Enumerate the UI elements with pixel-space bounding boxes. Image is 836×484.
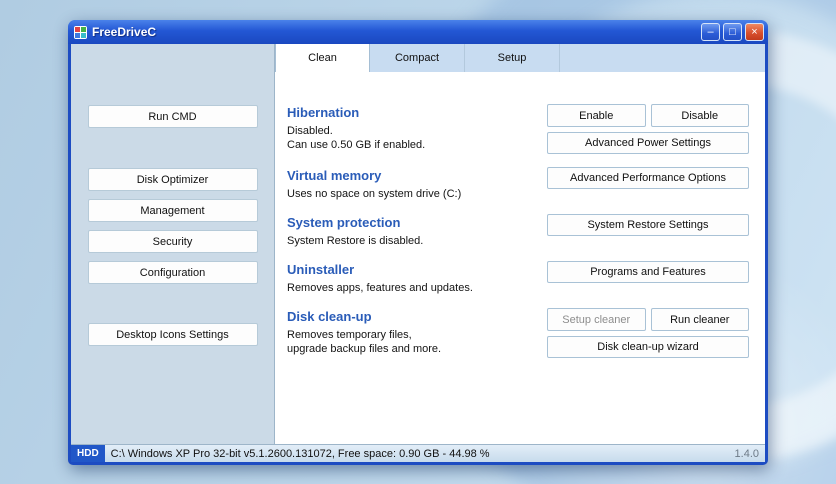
- uninstaller-title: Uninstaller: [287, 262, 355, 277]
- hibernation-title: Hibernation: [287, 105, 360, 120]
- virtual-memory-section: Virtual memory Uses no space on system d…: [287, 167, 749, 201]
- system-protection-status-text: System Restore is disabled.: [287, 235, 424, 247]
- sidebar-disk-optimizer-button[interactable]: Disk Optimizer: [87, 168, 258, 191]
- system-protection-section: System protection System Restore is disa…: [287, 214, 749, 248]
- disk-cleanup-section: Disk clean-up Removes temporary files, u…: [287, 308, 749, 358]
- programs-and-features-button[interactable]: Programs and Features: [547, 261, 749, 283]
- desktop-background: FreeDriveC – □ × Run CMD Disk Optimizer …: [0, 0, 836, 484]
- tab-setup[interactable]: Setup: [465, 44, 560, 72]
- system-protection-title: System protection: [287, 215, 401, 230]
- sidebar-management-button[interactable]: Management: [87, 199, 258, 222]
- minimize-button[interactable]: –: [701, 23, 720, 41]
- run-cleaner-button[interactable]: Run cleaner: [650, 308, 749, 331]
- hdd-status-badge: HDD: [71, 445, 105, 462]
- hibernation-disable-button[interactable]: Disable: [650, 104, 749, 127]
- sidebar-configuration-button[interactable]: Configuration: [87, 261, 258, 284]
- disk-cleanup-title: Disk clean-up: [287, 309, 372, 324]
- drive-info-text: C:\ Windows XP Pro 32-bit v5.1.2600.1310…: [110, 447, 490, 460]
- uninstaller-detail-text: Removes apps, features and updates.: [287, 282, 473, 294]
- app-version-text: 1.4.0: [734, 447, 759, 460]
- main-panel: Clean Compact Setup Hibernation Disabled…: [275, 44, 765, 444]
- tab-compact[interactable]: Compact: [370, 44, 465, 72]
- advanced-power-settings-button[interactable]: Advanced Power Settings: [547, 132, 749, 154]
- maximize-button[interactable]: □: [723, 23, 742, 41]
- disk-cleanup-detail-text-2: upgrade backup files and more.: [287, 343, 442, 355]
- app-window: FreeDriveC – □ × Run CMD Disk Optimizer …: [68, 20, 768, 465]
- hibernation-section: Hibernation Disabled. Can use 0.50 GB if…: [287, 104, 749, 154]
- app-logo-icon: [74, 25, 87, 39]
- sidebar-desktop-icons-settings-button[interactable]: Desktop Icons Settings: [87, 323, 258, 346]
- uninstaller-section: Uninstaller Removes apps, features and u…: [287, 261, 749, 295]
- system-restore-settings-button[interactable]: System Restore Settings: [547, 214, 749, 236]
- hibernation-detail-text: Can use 0.50 GB if enabled.: [287, 139, 426, 151]
- hibernation-enable-button[interactable]: Enable: [547, 104, 646, 127]
- window-body: Run CMD Disk Optimizer Management Securi…: [71, 44, 765, 444]
- hibernation-status-text: Disabled.: [287, 125, 333, 137]
- disk-cleanup-wizard-button[interactable]: Disk clean-up wizard: [547, 336, 749, 358]
- sidebar-run-cmd-button[interactable]: Run CMD: [87, 105, 258, 128]
- disk-cleanup-detail-text-1: Removes temporary files,: [287, 329, 412, 341]
- titlebar[interactable]: FreeDriveC – □ ×: [68, 20, 768, 44]
- tab-clean[interactable]: Clean: [275, 44, 370, 72]
- virtual-memory-status-text: Uses no space on system drive (C:): [287, 188, 462, 200]
- clean-tab-content: Hibernation Disabled. Can use 0.50 GB if…: [275, 72, 765, 444]
- setup-cleaner-button[interactable]: Setup cleaner: [547, 308, 646, 331]
- close-button[interactable]: ×: [745, 23, 764, 41]
- sidebar-security-button[interactable]: Security: [87, 230, 258, 253]
- sidebar: Run CMD Disk Optimizer Management Securi…: [71, 44, 275, 444]
- status-bar: HDD C:\ Windows XP Pro 32-bit v5.1.2600.…: [71, 444, 765, 462]
- tab-strip: Clean Compact Setup: [275, 44, 765, 72]
- window-title: FreeDriveC: [92, 25, 157, 39]
- virtual-memory-title: Virtual memory: [287, 168, 382, 183]
- advanced-performance-options-button[interactable]: Advanced Performance Options: [547, 167, 749, 189]
